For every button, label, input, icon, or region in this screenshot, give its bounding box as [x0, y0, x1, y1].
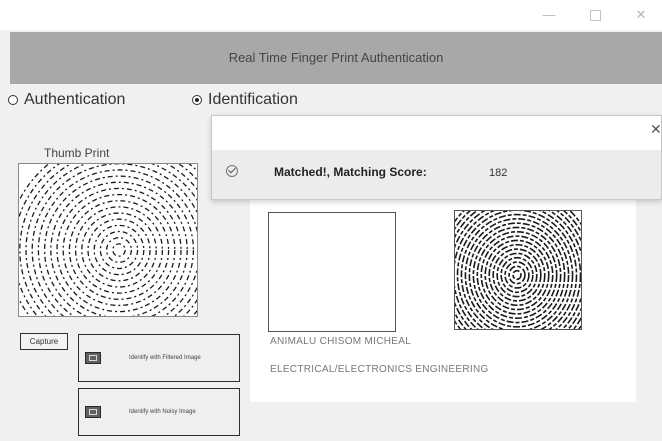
- match-result-panel: ANIMALU CHISOM MICHEAL ELECTRICAL/ELECTR…: [250, 196, 636, 402]
- close-window-button[interactable]: ✕: [626, 6, 656, 24]
- authentication-radio-icon[interactable]: [8, 95, 18, 105]
- fingerprint-icon: [19, 164, 197, 316]
- matched-person-name: ANIMALU CHISOM MICHEAL: [270, 336, 412, 347]
- identify-filtered-button[interactable]: Identify with Filtered Image: [78, 334, 240, 382]
- person-photo-placeholder: [268, 212, 396, 332]
- fingerprint-icon: [455, 211, 581, 329]
- app-header: Real Time Finger Print Authentication: [10, 32, 662, 84]
- match-score: 182: [489, 167, 508, 179]
- authentication-radio-option[interactable]: Authentication: [8, 91, 125, 109]
- identify-filtered-label: Identify with Filtered Image: [129, 355, 201, 361]
- maximize-icon: [589, 10, 601, 22]
- matched-fingerprint-image: [454, 210, 582, 330]
- capture-button[interactable]: Capture: [20, 333, 68, 350]
- match-message: Matched!, Matching Score:: [274, 165, 427, 179]
- thumb-print-label: Thumb Print: [44, 146, 110, 160]
- identify-noisy-button[interactable]: Identify with Noisy Image: [78, 388, 240, 436]
- title-bar: — ✕: [0, 0, 662, 30]
- match-notification: ✕ Matched!, Matching Score: 182: [211, 115, 662, 200]
- authentication-label: Authentication: [24, 91, 126, 108]
- maximize-button[interactable]: [580, 6, 610, 24]
- close-icon[interactable]: ✕: [650, 121, 662, 138]
- notification-header: ✕: [212, 116, 662, 150]
- check-icon: [226, 165, 238, 177]
- identification-label: Identification: [208, 91, 298, 108]
- identify-noisy-label: Identify with Noisy Image: [129, 409, 196, 415]
- image-icon: [85, 406, 101, 418]
- identification-radio-option[interactable]: Identification: [192, 91, 298, 109]
- image-icon: [85, 352, 101, 364]
- identification-radio-icon[interactable]: [192, 95, 202, 105]
- matched-person-department: ELECTRICAL/ELECTRONICS ENGINEERING: [270, 364, 489, 375]
- minimize-button[interactable]: —: [534, 6, 564, 24]
- app-title: Real Time Finger Print Authentication: [228, 50, 444, 65]
- captured-fingerprint-image: [18, 163, 198, 317]
- notification-body: Matched!, Matching Score: 182: [212, 150, 661, 199]
